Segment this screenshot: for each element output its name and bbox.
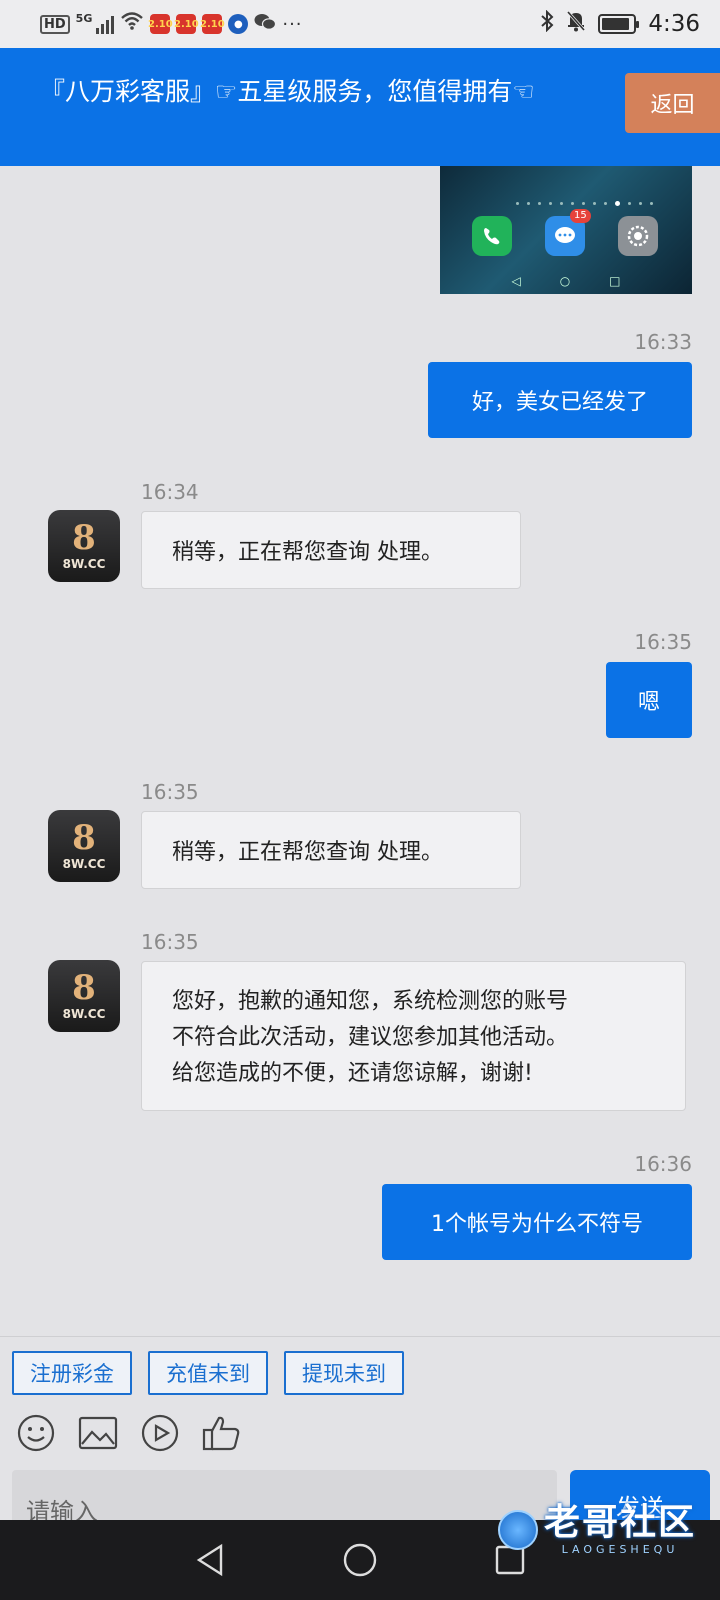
chat-input-area: 注册彩金 充值未到 提现未到 请输入 发送 bbox=[0, 1336, 720, 1550]
message-timestamp: 16:35 bbox=[634, 630, 692, 654]
avatar-logo-mark: 8 bbox=[72, 518, 96, 558]
avatar-label: 8W.CC bbox=[62, 557, 106, 571]
chat-message-list[interactable]: 15 ◁ ○ □ 16:33 好，美女已经发了 16:34 8 8W.CC 稍等，正… bbox=[0, 166, 720, 1336]
wifi-icon bbox=[120, 11, 144, 37]
emoji-icon[interactable] bbox=[16, 1413, 56, 1453]
watermark-text: 老哥社区 bbox=[543, 1502, 696, 1543]
hd-indicator: HD bbox=[40, 14, 70, 34]
status-bar: HD 5G 2.10 2.10 2.10 ● ··· 4:36 bbox=[0, 0, 720, 48]
message-timestamp: 16:35 bbox=[141, 930, 199, 954]
shared-screenshot-image[interactable]: 15 ◁ ○ □ bbox=[440, 166, 692, 294]
outgoing-message-bubble[interactable]: 1个帐号为什么不符号 bbox=[382, 1184, 692, 1260]
app-notification-icon: 2.10 bbox=[200, 14, 225, 34]
message-line: 不符合此次活动，建议您参加其他活动。 bbox=[172, 1025, 569, 1050]
outgoing-message-bubble[interactable]: 好，美女已经发了 bbox=[428, 362, 692, 438]
phone-icon bbox=[472, 216, 512, 256]
back-button[interactable]: 返回 bbox=[625, 73, 720, 133]
message-timestamp: 16:36 bbox=[634, 1152, 692, 1176]
nav-back-icon[interactable] bbox=[190, 1540, 230, 1580]
mute-bell-icon bbox=[566, 10, 586, 38]
message-timestamp: 16:35 bbox=[141, 780, 199, 804]
incoming-message-bubble[interactable]: 稍等，正在帮您查询 处理。 bbox=[141, 511, 521, 589]
bluetooth-icon bbox=[540, 9, 554, 38]
agent-avatar[interactable]: 8 8W.CC bbox=[48, 810, 120, 882]
agent-avatar[interactable]: 8 8W.CC bbox=[48, 510, 120, 582]
chat-header: 『八万彩客服』☞五星级服务，您值得拥有☜ 返回 bbox=[0, 48, 720, 166]
image-icon[interactable] bbox=[78, 1413, 118, 1453]
screenshot-nav-bar: ◁ ○ □ bbox=[511, 274, 621, 288]
avatar-label: 8W.CC bbox=[62, 1007, 106, 1021]
avatar-logo-mark: 8 bbox=[72, 818, 96, 858]
battery-icon bbox=[598, 14, 640, 34]
nav-home-icon[interactable] bbox=[340, 1540, 380, 1580]
agent-avatar[interactable]: 8 8W.CC bbox=[48, 960, 120, 1032]
quick-reply-withdraw-missing[interactable]: 提现未到 bbox=[284, 1351, 404, 1395]
more-notifications-icon: ··· bbox=[282, 13, 303, 35]
message-line: 您好，抱歉的通知您，系统检测您的账号 bbox=[172, 989, 569, 1014]
avatar-label: 8W.CC bbox=[62, 857, 106, 871]
app-notification-icon: 2.10 bbox=[174, 14, 199, 34]
app-notification-icon: ● bbox=[228, 14, 249, 34]
outgoing-message-bubble[interactable]: 嗯 bbox=[606, 662, 692, 738]
message-line: 给您造成的不便，还请您谅解，谢谢! bbox=[172, 1061, 533, 1086]
quick-reply-bar: 注册彩金 充值未到 提现未到 bbox=[12, 1351, 404, 1395]
signal-icon bbox=[96, 14, 115, 34]
wechat-icon bbox=[254, 13, 277, 36]
avatar-logo-mark: 8 bbox=[72, 968, 96, 1008]
dragon-logo-icon bbox=[497, 1509, 538, 1550]
incoming-message-bubble[interactable]: 您好，抱歉的通知您，系统检测您的账号 不符合此次活动，建议您参加其他活动。 给您… bbox=[141, 961, 686, 1111]
app-notification-icon: 2.10 bbox=[148, 14, 173, 34]
watermark-subtext: LAOGESHEQU bbox=[561, 1543, 679, 1556]
clock: 4:36 bbox=[648, 11, 700, 37]
network-type: 5G bbox=[75, 11, 93, 25]
chat-title: 『八万彩客服』☞五星级服务，您值得拥有☜ bbox=[40, 77, 535, 106]
video-icon[interactable] bbox=[140, 1413, 180, 1453]
quick-reply-deposit-missing[interactable]: 充值未到 bbox=[148, 1351, 268, 1395]
thumbs-up-icon[interactable] bbox=[202, 1413, 242, 1453]
incoming-message-bubble[interactable]: 稍等，正在帮您查询 处理。 bbox=[141, 811, 521, 889]
quick-reply-register-bonus[interactable]: 注册彩金 bbox=[12, 1351, 132, 1395]
watermark: 老哥社区 LAOGESHEQU bbox=[497, 1502, 696, 1556]
message-timestamp: 16:34 bbox=[141, 480, 199, 504]
notification-badge: 15 bbox=[570, 209, 591, 223]
input-toolbar bbox=[16, 1413, 242, 1453]
settings-icon bbox=[618, 216, 658, 256]
message-timestamp: 16:33 bbox=[634, 330, 692, 354]
